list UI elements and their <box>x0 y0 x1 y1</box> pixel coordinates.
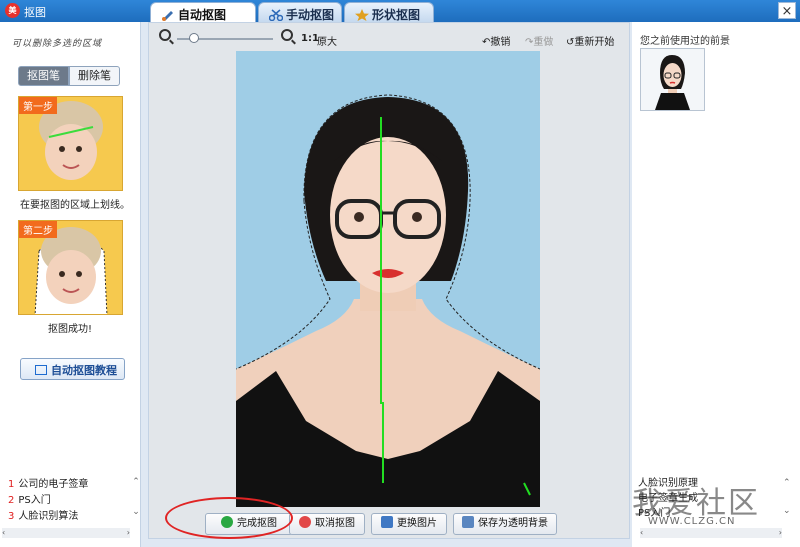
hint-text: 可以删除多选的区域 <box>12 39 103 49</box>
tutorial-label: 自动抠图教程 <box>51 364 117 377</box>
cancel-cutout-button[interactable]: 取消抠图 <box>289 513 365 535</box>
portrait-thumbnail <box>641 49 704 110</box>
recent-foregrounds-title: 您之前使用过的前景 <box>640 36 730 47</box>
foreground-thumbnail[interactable] <box>640 48 705 111</box>
zoom-out-icon[interactable] <box>159 29 171 41</box>
eraser-pen-button[interactable]: 删除笔 <box>69 66 120 86</box>
undo-button[interactable]: ↶撤销 <box>482 33 510 48</box>
title-bar: 美 抠图 自动抠图 手动抠图 形状抠图 × <box>0 0 800 22</box>
scroll-up-icon[interactable]: ⌃ <box>131 477 141 487</box>
right-vertical-scrollbar[interactable]: ⌃ ⌄ <box>783 478 795 516</box>
left-panel: 可以删除多选的区域 抠图笔 删除笔 第一步 在要抠图的区域上划线。 第二步 抠图… <box>0 22 141 547</box>
original-size-label[interactable]: 原大 <box>317 33 337 48</box>
window-title: 抠图 <box>24 6 46 19</box>
highlight-annotation <box>165 497 293 539</box>
brush-icon <box>162 11 173 21</box>
tab-auto-cutout[interactable]: 自动抠图 <box>150 2 256 22</box>
zoom-in-icon[interactable] <box>281 29 293 41</box>
scroll-down-icon[interactable]: ⌄ <box>783 506 795 516</box>
tab-label: 形状抠图 <box>372 8 421 22</box>
save-icon <box>462 516 474 528</box>
scroll-up-icon[interactable]: ⌃ <box>783 478 795 488</box>
list-item[interactable]: 1 公司的电子签章 <box>2 477 130 493</box>
list-item[interactable]: 3 人脸识别算法 <box>2 509 130 525</box>
step-one-caption: 在要抠图的区域上划线。 <box>20 200 130 211</box>
recent-list: 1 公司的电子签章 2 PS入门 3 人脸识别算法 <box>2 477 130 527</box>
left-vertical-scrollbar[interactable]: ⌃ ⌄ <box>131 477 141 527</box>
step-one-image: 第一步 <box>18 96 123 191</box>
app-logo-icon: 美 <box>5 3 20 18</box>
book-icon <box>35 365 47 375</box>
portrait-photo <box>236 51 540 507</box>
replace-image-button[interactable]: 更换图片 <box>371 513 447 535</box>
tab-manual-cutout[interactable]: 手动抠图 <box>258 2 342 22</box>
editor-panel: 1:1 原大 ↶撤销 ↷重做 ↺重新开始 完成抠图 取消抠图 更换图片 保存为透… <box>148 22 630 539</box>
scissors-icon <box>269 9 283 21</box>
step-two-caption: 抠图成功! <box>48 324 93 335</box>
image-icon <box>381 516 393 528</box>
right-horizontal-scrollbar[interactable]: ‹ › <box>640 528 782 538</box>
redo-button[interactable]: ↷重做 <box>525 33 553 48</box>
step-two-image: 第二步 <box>18 220 123 315</box>
scroll-left-icon[interactable]: ‹ <box>2 528 5 537</box>
zoom-slider-handle[interactable] <box>189 33 199 43</box>
tab-shape-cutout[interactable]: 形状抠图 <box>344 2 434 22</box>
cutout-pen-button[interactable]: 抠图笔 <box>18 66 69 86</box>
scroll-down-icon[interactable]: ⌄ <box>131 507 141 517</box>
scroll-left-icon[interactable]: ‹ <box>640 528 643 537</box>
watermark-url: WWW.CLZG.CN <box>648 516 736 527</box>
close-button[interactable]: × <box>778 2 796 19</box>
scroll-right-icon[interactable]: › <box>127 528 130 537</box>
list-item[interactable]: 2 PS入门 <box>2 493 130 509</box>
auto-cutout-tutorial-button[interactable]: 自动抠图教程 <box>20 358 125 380</box>
left-horizontal-scrollbar[interactable]: ‹ › <box>2 528 130 538</box>
step-badge: 第一步 <box>19 97 57 114</box>
cancel-icon <box>299 516 311 528</box>
scroll-right-icon[interactable]: › <box>779 528 782 537</box>
tab-label: 手动抠图 <box>286 8 335 22</box>
restart-button[interactable]: ↺重新开始 <box>566 33 614 48</box>
save-transparent-button[interactable]: 保存为透明背景 <box>453 513 557 535</box>
editor-toolbar: 1:1 原大 ↶撤销 ↷重做 ↺重新开始 <box>149 23 629 48</box>
tab-label: 自动抠图 <box>178 8 227 22</box>
star-icon <box>355 9 369 21</box>
cutout-canvas[interactable] <box>236 51 540 507</box>
step-badge: 第二步 <box>19 221 57 238</box>
right-panel: 您之前使用过的前景 人脸识别原理 电子签章生成 PS入门 <box>632 22 800 547</box>
